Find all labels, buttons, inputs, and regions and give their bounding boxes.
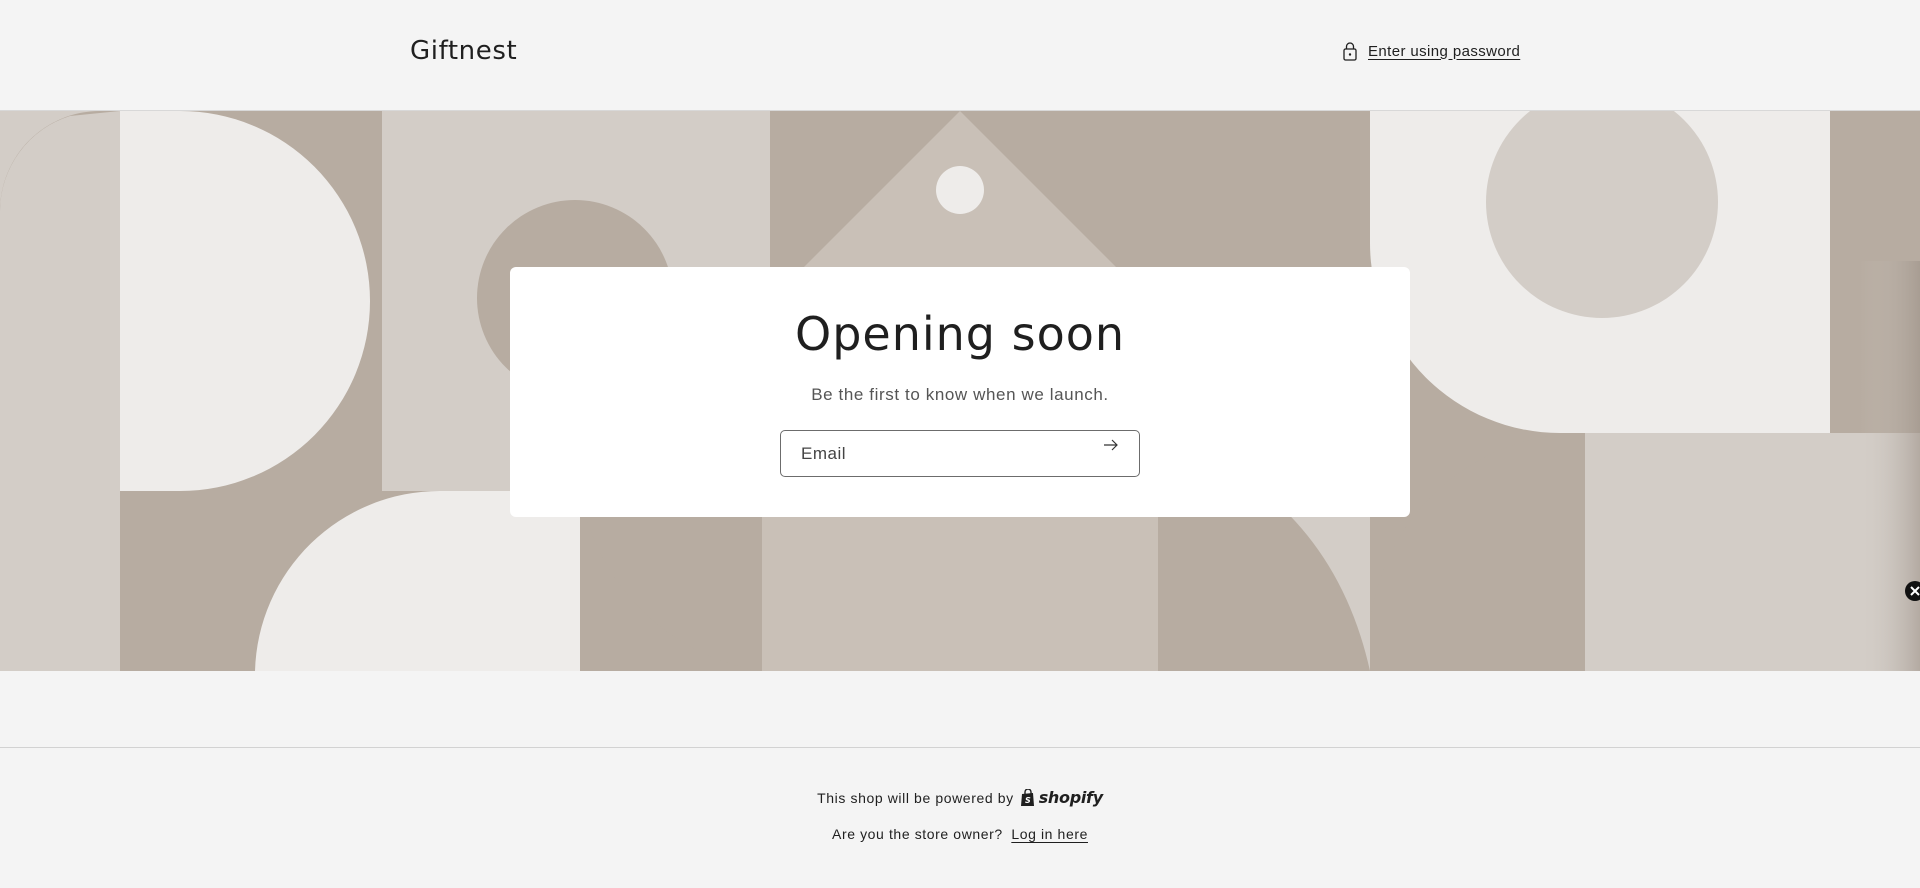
site-header: Giftnest Enter using password bbox=[0, 0, 1920, 111]
lock-icon bbox=[1343, 42, 1357, 61]
store-owner-line: Are you the store owner? Log in here bbox=[0, 826, 1920, 842]
enter-password-label: Enter using password bbox=[1368, 42, 1521, 60]
powered-by-line: This shop will be powered by S shopify bbox=[0, 788, 1920, 807]
email-input[interactable] bbox=[781, 431, 1091, 476]
login-link[interactable]: Log in here bbox=[1011, 826, 1088, 842]
page-title: Opening soon bbox=[794, 307, 1126, 361]
svg-text:S: S bbox=[1025, 796, 1031, 805]
shopify-bag-icon: S bbox=[1020, 788, 1034, 806]
store-name[interactable]: Giftnest bbox=[410, 36, 517, 66]
footer-divider bbox=[0, 747, 1920, 748]
shopify-wordmark: shopify bbox=[1038, 788, 1103, 807]
close-icon[interactable] bbox=[1905, 581, 1920, 601]
newsletter-subtitle: Be the first to know when we launch. bbox=[811, 385, 1109, 404]
hero-banner: Opening soon Be the first to know when w… bbox=[0, 111, 1920, 671]
powered-by-text: This shop will be powered by bbox=[817, 789, 1014, 806]
arrow-right-icon bbox=[1104, 439, 1118, 451]
newsletter-card: Opening soon Be the first to know when w… bbox=[510, 267, 1410, 517]
store-owner-text: Are you the store owner? bbox=[832, 826, 1003, 842]
email-field-wrapper bbox=[780, 430, 1140, 477]
shopify-logo[interactable]: S shopify bbox=[1020, 788, 1103, 807]
enter-password-link[interactable]: Enter using password bbox=[1342, 41, 1520, 61]
subscribe-button[interactable] bbox=[1103, 439, 1133, 469]
